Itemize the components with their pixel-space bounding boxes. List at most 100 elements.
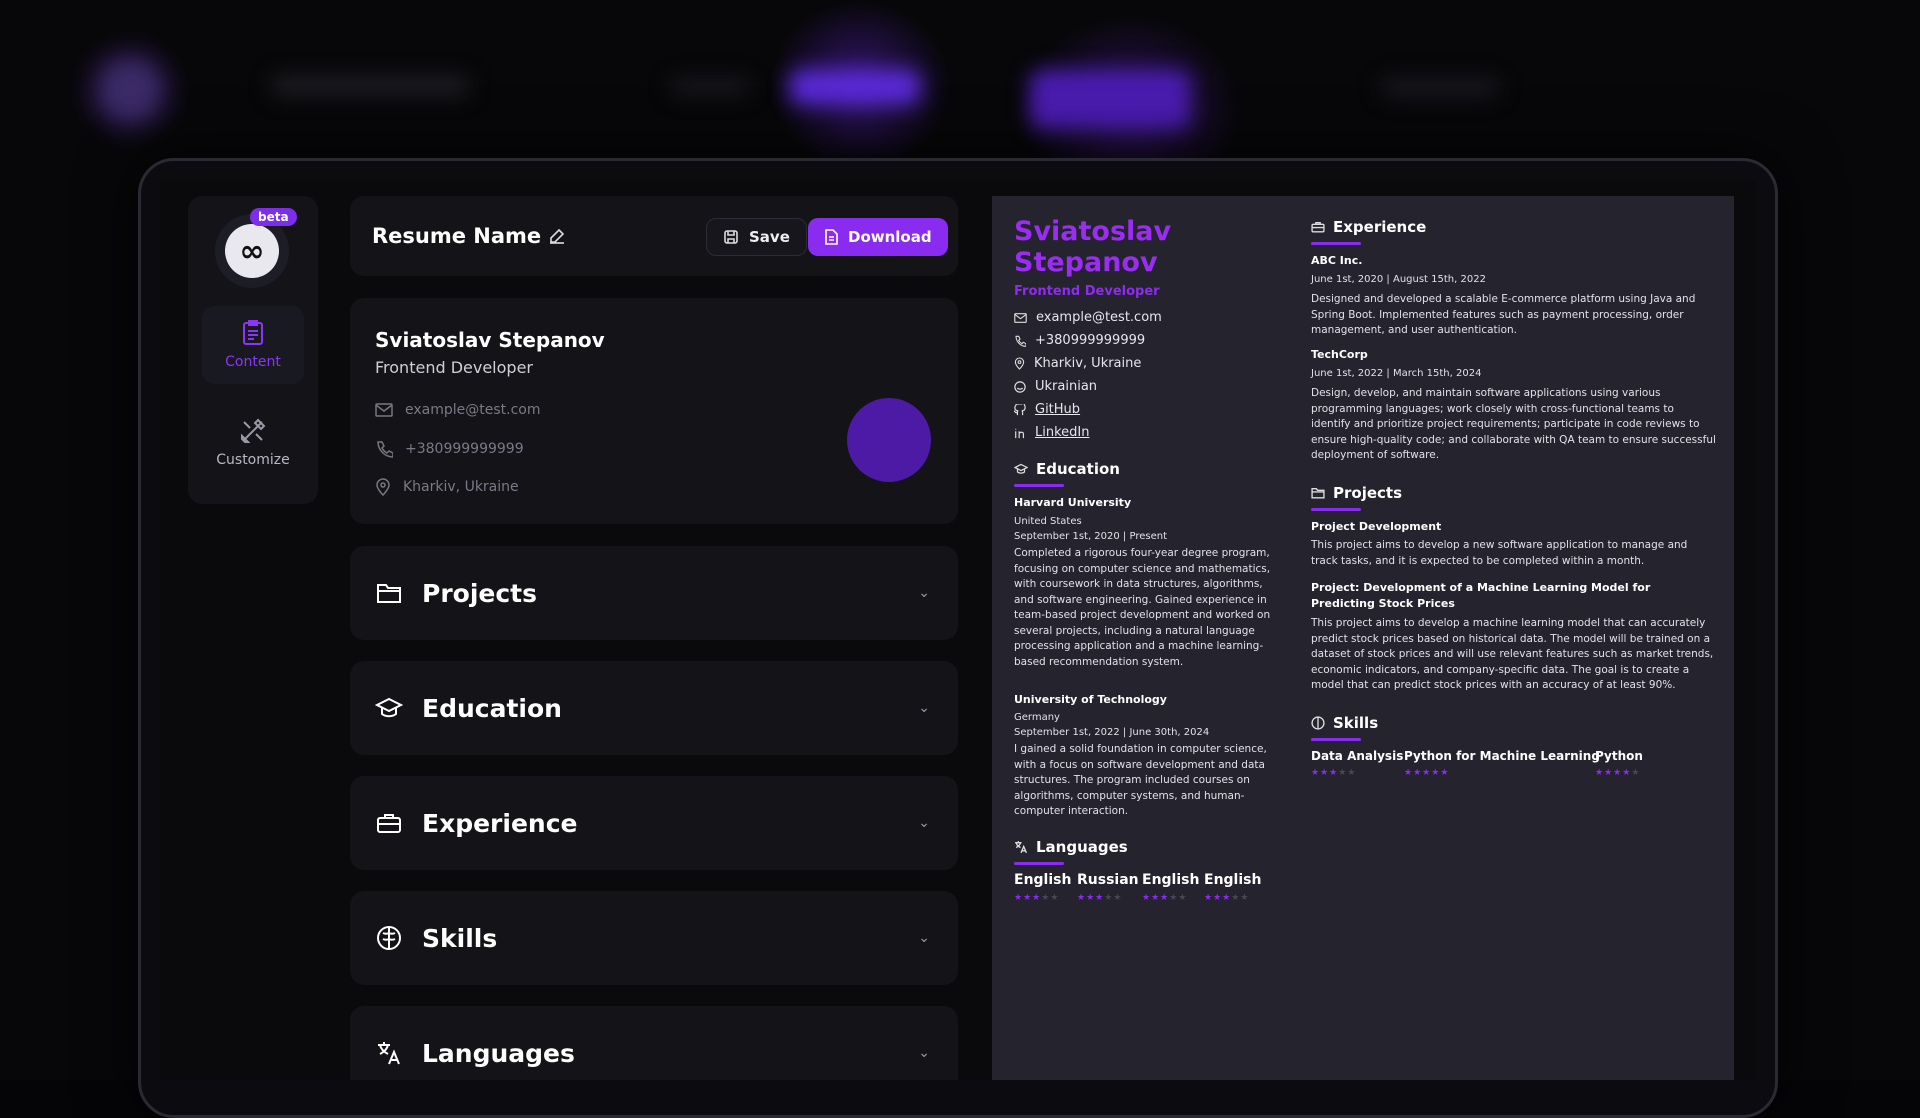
star-icon: ★	[1413, 768, 1423, 778]
chevron-down-icon[interactable]: ⌄	[918, 1045, 930, 1061]
star-icon: ★	[1160, 893, 1170, 903]
star-icon: ★	[1320, 768, 1330, 778]
education-school: University of Technology	[1014, 693, 1167, 706]
star-icon: ★	[1014, 893, 1024, 903]
preview-projects-heading: Projects	[1311, 484, 1402, 511]
skill-rating: ★★★★★	[1404, 768, 1449, 778]
section-label: Projects	[422, 578, 538, 608]
star-icon: ★	[1104, 893, 1114, 903]
language-name: English	[1204, 872, 1262, 888]
section-label: Languages	[422, 1038, 575, 1068]
sidebar-item-content[interactable]: Content	[202, 306, 304, 384]
preview-title: Frontend Developer	[1014, 284, 1160, 299]
star-icon: ★	[1178, 893, 1188, 903]
profile-location: Kharkiv, Ukraine	[375, 478, 519, 496]
star-icon: ★	[1023, 893, 1033, 903]
preview-github-link[interactable]: GitHub	[1014, 402, 1080, 417]
section-label: Education	[422, 693, 562, 723]
star-icon: ★	[1422, 768, 1432, 778]
star-icon: ★	[1032, 893, 1042, 903]
experience-dates: June 1st, 2022 | March 15th, 2024	[1311, 368, 1482, 379]
section-languages[interactable]: Languages ⌄	[350, 1006, 958, 1080]
education-description: Completed a rigorous four-year degree pr…	[1014, 547, 1271, 668]
section-skills[interactable]: Skills ⌄	[350, 891, 958, 985]
chevron-down-icon[interactable]: ⌄	[918, 815, 930, 831]
blurred-cta	[1030, 70, 1190, 130]
brain-icon	[1311, 716, 1325, 730]
star-icon: ★	[1440, 768, 1450, 778]
blurred-nav	[270, 75, 470, 97]
star-icon: ★	[1050, 893, 1060, 903]
star-icon: ★	[1077, 893, 1087, 903]
preview-linkedin-link[interactable]: LinkedIn	[1014, 425, 1089, 440]
education-country: United States	[1014, 516, 1082, 527]
section-label: Skills	[422, 923, 498, 953]
resume-preview: Sviatoslav Stepanov Frontend Developer e…	[992, 196, 1734, 1080]
brain-icon	[377, 926, 401, 950]
education-dates: September 1st, 2020 | Present	[1014, 531, 1167, 542]
preview-skills-heading: Skills	[1311, 714, 1378, 741]
section-experience[interactable]: Experience ⌄	[350, 776, 958, 870]
star-icon: ★	[1086, 893, 1096, 903]
blurred-cta	[790, 70, 920, 104]
language-rating: ★★★★★	[1014, 893, 1059, 903]
star-icon: ★	[1240, 893, 1250, 903]
blurred-nav-link	[670, 78, 750, 96]
star-icon: ★	[1151, 893, 1161, 903]
preview-education-heading: Education	[1014, 460, 1120, 487]
star-icon: ★	[1329, 768, 1339, 778]
location-pin-icon	[1014, 357, 1025, 370]
experience-company: TechCorp	[1311, 348, 1368, 361]
chevron-down-icon[interactable]: ⌄	[918, 930, 930, 946]
section-label: Experience	[422, 808, 578, 838]
save-label: Save	[749, 228, 790, 246]
star-icon: ★	[1631, 768, 1641, 778]
preview-nationality: Ukrainian	[1014, 379, 1097, 394]
section-education[interactable]: Education ⌄	[350, 661, 958, 755]
language-rating: ★★★★★	[1142, 893, 1187, 903]
education-description: I gained a solid foundation in computer …	[1014, 743, 1267, 817]
skill-name: Data Analysis	[1311, 749, 1404, 763]
translate-icon	[378, 1042, 400, 1065]
experience-description: Design, develop, and maintain software a…	[1311, 387, 1716, 461]
experience-description: Designed and developed a scalable E-comm…	[1311, 293, 1696, 336]
github-icon	[1014, 403, 1026, 415]
star-icon: ★	[1222, 893, 1232, 903]
skill-rating: ★★★★★	[1311, 768, 1356, 778]
location-pin-icon	[376, 478, 390, 496]
profile-card[interactable]: Sviatoslav Stepanov Frontend Developer e…	[350, 298, 958, 524]
language-name: English	[1142, 872, 1200, 888]
download-button[interactable]: Download	[808, 218, 948, 256]
chevron-down-icon[interactable]: ⌄	[918, 585, 930, 601]
project-title: Project Development	[1311, 520, 1442, 533]
profile-title: Frontend Developer	[375, 358, 533, 377]
graduation-cap-icon	[375, 697, 403, 718]
clipboard-icon	[243, 320, 263, 345]
profile-name: Sviatoslav Stepanov	[375, 328, 605, 352]
editor-toolbar: Resume Name Save Download	[350, 196, 958, 276]
experience-dates: June 1st, 2020 | August 15th, 2022	[1311, 274, 1486, 285]
blurred-logo	[100, 60, 160, 120]
chevron-down-icon[interactable]: ⌄	[918, 700, 930, 716]
section-projects[interactable]: Projects ⌄	[350, 546, 958, 640]
star-icon: ★	[1338, 768, 1348, 778]
sidebar: ∞ beta Content Customize	[188, 196, 318, 504]
project-description: This project aims to develop a new softw…	[1311, 539, 1688, 567]
edit-icon[interactable]	[549, 228, 565, 244]
linkedin-icon	[1015, 428, 1025, 438]
star-icon: ★	[1041, 893, 1051, 903]
folder-icon	[377, 584, 401, 603]
download-label: Download	[848, 228, 932, 246]
resume-name[interactable]: Resume Name	[372, 224, 565, 248]
experience-company: ABC Inc.	[1311, 254, 1363, 267]
avatar[interactable]	[847, 398, 931, 482]
skill-name: Python for Machine Learning	[1404, 749, 1600, 763]
profile-location-value: Kharkiv, Ukraine	[403, 479, 519, 495]
language-name: English	[1014, 872, 1072, 888]
save-button[interactable]: Save	[706, 218, 807, 256]
phone-icon	[377, 441, 393, 458]
sidebar-item-label: Customize	[216, 452, 290, 468]
save-icon	[724, 230, 738, 244]
preview-email: example@test.com	[1014, 310, 1162, 325]
sidebar-item-customize[interactable]: Customize	[202, 404, 304, 482]
